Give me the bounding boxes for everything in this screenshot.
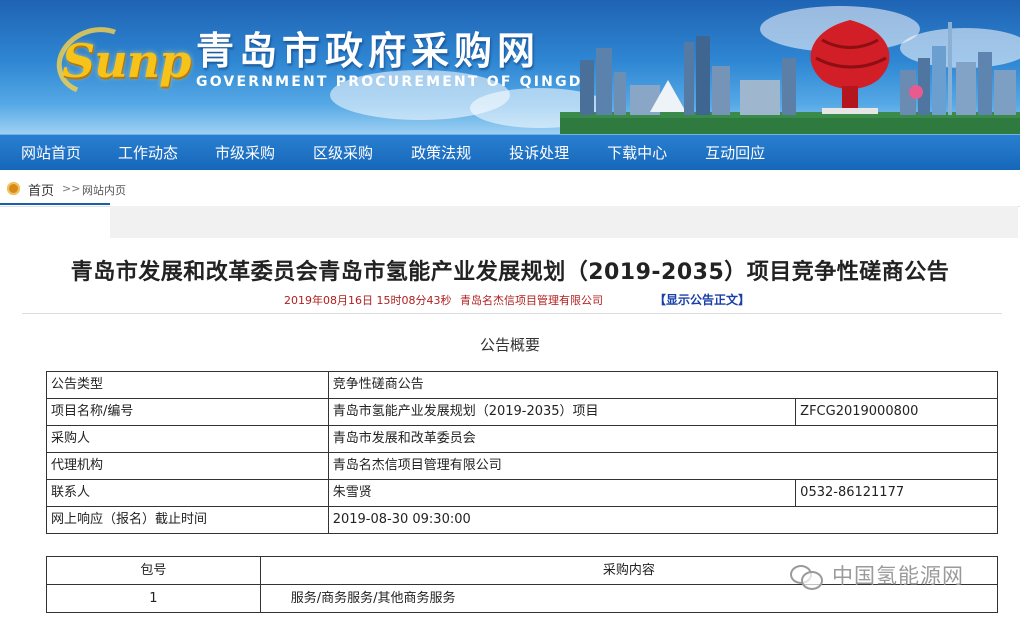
page-title: 青岛市发展和改革委员会青岛市氢能产业发展规划（2019-2035）项目竞争性磋商… — [70, 260, 950, 285]
cell-value: 朱雪贤 — [327, 479, 797, 507]
content-header-bar — [110, 206, 1018, 238]
table-row: 项目名称/编号 青岛市氢能产业发展规划（2019-2035）项目 ZFCG201… — [46, 398, 998, 426]
nav-item-policies[interactable]: 政策法规 — [411, 135, 471, 171]
nav-item-interaction[interactable]: 互动回应 — [705, 135, 765, 171]
cell-value: 青岛市氢能产业发展规划（2019-2035）项目 — [327, 398, 797, 426]
cell-value: 竞争性磋商公告 — [327, 371, 999, 399]
main-nav: 网站首页 工作动态 市级采购 区级采购 政策法规 投诉处理 下载中心 互动回应 — [0, 134, 1020, 171]
cell-label: 采购人 — [46, 425, 329, 453]
section-heading: 公告概要 — [479, 336, 540, 354]
home-icon — [7, 182, 20, 195]
site-title: 青岛市政府采购网 — [196, 29, 541, 73]
nav-item-home[interactable]: 网站首页 — [21, 135, 81, 171]
city-skyline-image — [560, 20, 1020, 134]
breadcrumb-home-link[interactable]: 首页 — [28, 180, 54, 199]
column-header-package: 包号 — [46, 556, 261, 585]
cell-value: 青岛名杰信项目管理有限公司 — [327, 452, 999, 480]
cell-label: 联系人 — [46, 479, 329, 507]
site-logo[interactable]: Sunp — [47, 16, 191, 106]
publish-date: 2019年08月16日 15时08分43秒 — [284, 294, 452, 307]
site-banner: Sunp 青岛市政府采购网 GOVERNMENT PROCUREMENT OF … — [0, 0, 1020, 134]
notice-summary-table: 公告类型 竞争性磋商公告 项目名称/编号 青岛市氢能产业发展规划（2019-20… — [46, 371, 999, 534]
wechat-icon — [790, 563, 824, 590]
divider — [22, 313, 1002, 314]
cell-label: 公告类型 — [46, 371, 329, 399]
show-notice-text-link[interactable]: 【显示公告正文】 — [654, 291, 750, 308]
cell-label: 项目名称/编号 — [46, 398, 329, 426]
breadcrumb-underline — [0, 203, 110, 205]
nav-item-complaints[interactable]: 投诉处理 — [509, 135, 569, 171]
site-subtitle: GOVERNMENT PROCUREMENT OF QINGDAO — [196, 74, 610, 90]
breadcrumb: 首页 >> 网站内页 — [0, 170, 1020, 207]
table-row: 代理机构 青岛名杰信项目管理有限公司 — [46, 452, 999, 480]
cell-value: 0532-86121177 — [795, 479, 998, 507]
cell-value: 青岛市发展和改革委员会 — [327, 425, 999, 453]
table-row: 联系人 朱雪贤 0532-86121177 — [46, 479, 998, 507]
breadcrumb-separator: >> — [62, 182, 81, 195]
breadcrumb-current: 网站内页 — [82, 184, 126, 197]
nav-item-district-procurement[interactable]: 区级采购 — [313, 135, 373, 171]
cell-value: ZFCG2019000800 — [795, 398, 998, 426]
nav-item-work-news[interactable]: 工作动态 — [118, 135, 178, 171]
table-row: 网上响应（报名）截止时间 2019-08-30 09:30:00 — [46, 506, 999, 534]
logo-text: Sunp — [62, 34, 191, 88]
nav-item-downloads[interactable]: 下载中心 — [607, 135, 667, 171]
watermark-text: 中国氢能源网 — [832, 564, 964, 588]
nav-item-city-procurement[interactable]: 市级采购 — [215, 135, 275, 171]
table-row: 采购人 青岛市发展和改革委员会 — [46, 425, 999, 453]
cell-package: 1 — [46, 584, 261, 613]
cell-label: 代理机构 — [46, 452, 329, 480]
cell-label: 网上响应（报名）截止时间 — [46, 506, 329, 534]
cell-value: 2019-08-30 09:30:00 — [327, 506, 999, 534]
table-row: 公告类型 竞争性磋商公告 — [46, 371, 999, 399]
publisher-name: 青岛名杰信项目管理有限公司 — [460, 294, 603, 307]
watermark: 中国氢能源网 — [790, 560, 964, 590]
